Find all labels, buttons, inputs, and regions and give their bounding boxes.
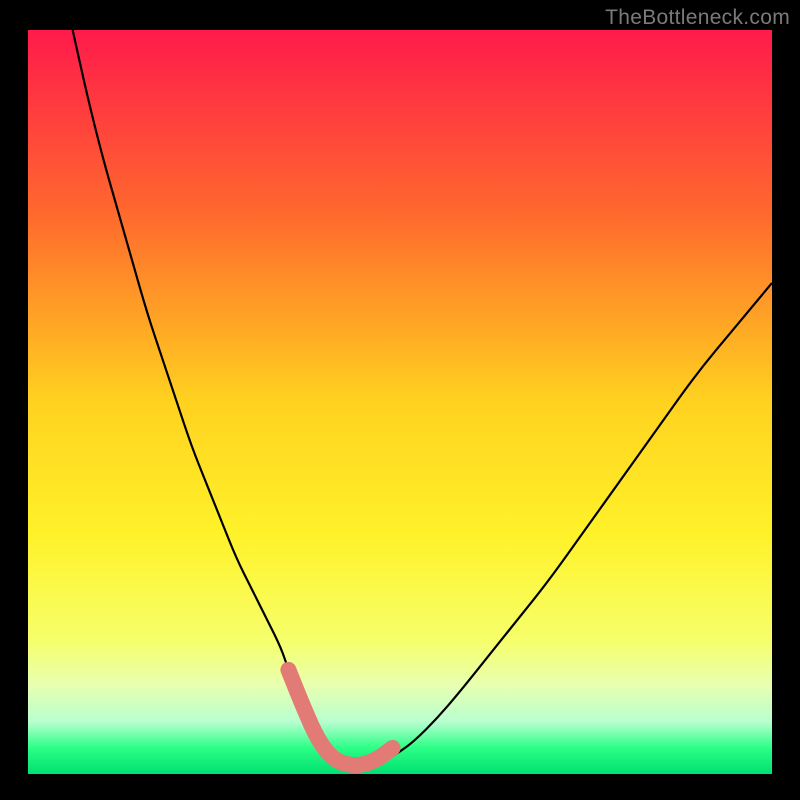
bottleneck-chart	[0, 0, 800, 800]
plot-background-gradient	[28, 30, 772, 774]
chart-frame: TheBottleneck.com	[0, 0, 800, 800]
